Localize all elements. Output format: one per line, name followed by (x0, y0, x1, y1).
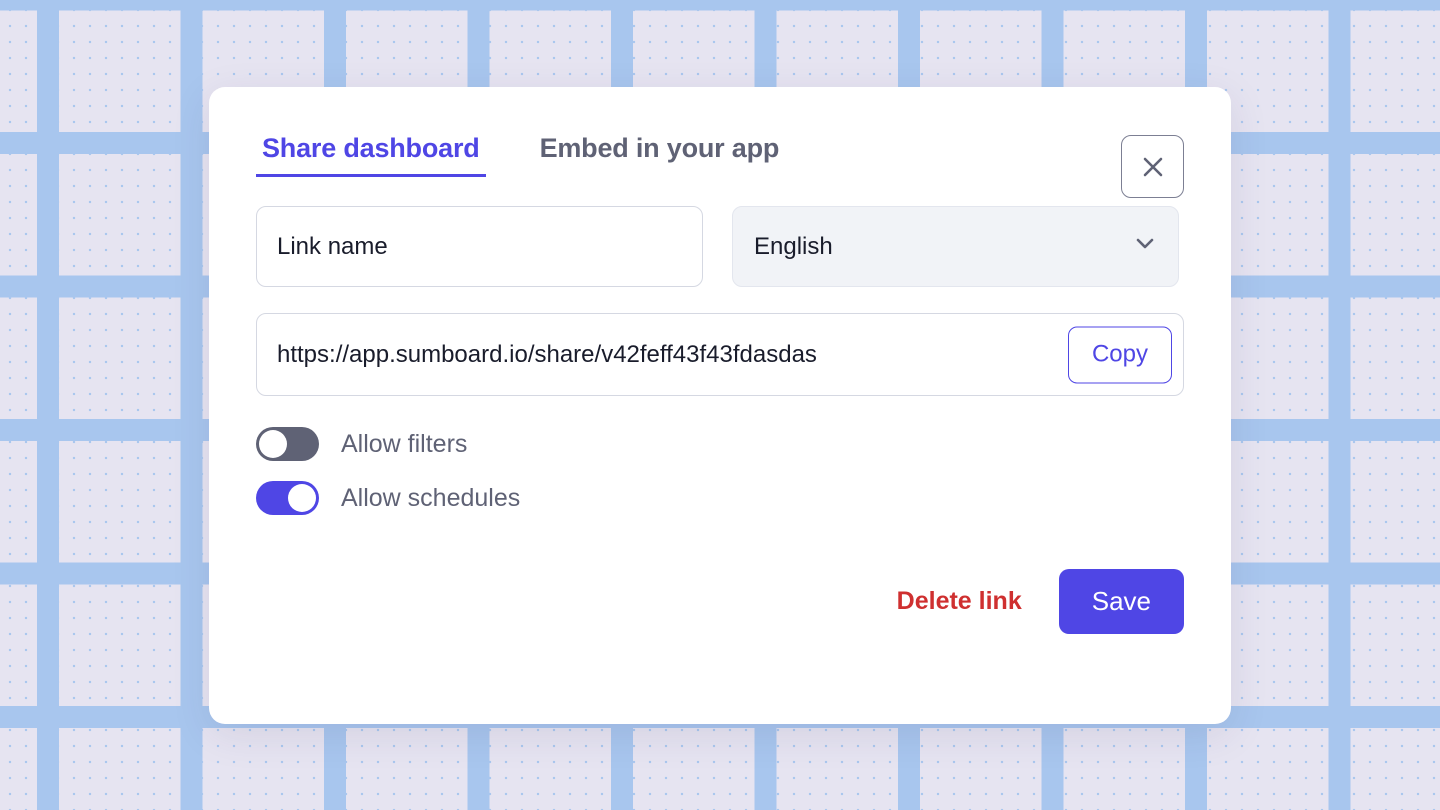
toggle-row-allow-filters[interactable]: Allow filters (256, 427, 1184, 461)
tab-embed-in-your-app[interactable]: Embed in your app (534, 134, 786, 177)
copy-button[interactable]: Copy (1067, 326, 1172, 383)
allow-schedules-switch[interactable] (256, 481, 319, 515)
language-select[interactable]: English (732, 206, 1179, 287)
link-settings-row: English (256, 206, 1184, 287)
chevron-down-icon (1132, 230, 1158, 263)
toggle-row-allow-schedules[interactable]: Allow schedules (256, 481, 1184, 515)
switch-knob (288, 484, 316, 512)
share-link-field[interactable]: Copy (256, 313, 1184, 396)
close-icon (1142, 156, 1164, 178)
dialog-tabs: Share dashboard Embed in your app (256, 134, 785, 177)
share-link-input[interactable] (275, 339, 1165, 370)
save-button[interactable]: Save (1058, 569, 1184, 634)
allow-filters-label: Allow filters (341, 429, 468, 458)
tab-share-dashboard[interactable]: Share dashboard (256, 134, 486, 177)
dialog-header: Share dashboard Embed in your app (209, 87, 1231, 206)
language-select-value: English (754, 232, 833, 260)
switch-knob (259, 430, 287, 458)
link-name-input[interactable] (275, 231, 684, 262)
close-button[interactable] (1121, 135, 1184, 198)
share-dashboard-dialog: Share dashboard Embed in your app Englis… (209, 87, 1231, 724)
link-name-field[interactable] (256, 206, 703, 287)
delete-link-button[interactable]: Delete link (891, 586, 1028, 617)
dialog-footer: Delete link Save (256, 569, 1184, 634)
allow-schedules-label: Allow schedules (341, 483, 521, 512)
permission-toggles: Allow filters Allow schedules (256, 427, 1184, 515)
dialog-body: English Copy Allow filters (209, 206, 1231, 634)
allow-filters-switch[interactable] (256, 427, 319, 461)
